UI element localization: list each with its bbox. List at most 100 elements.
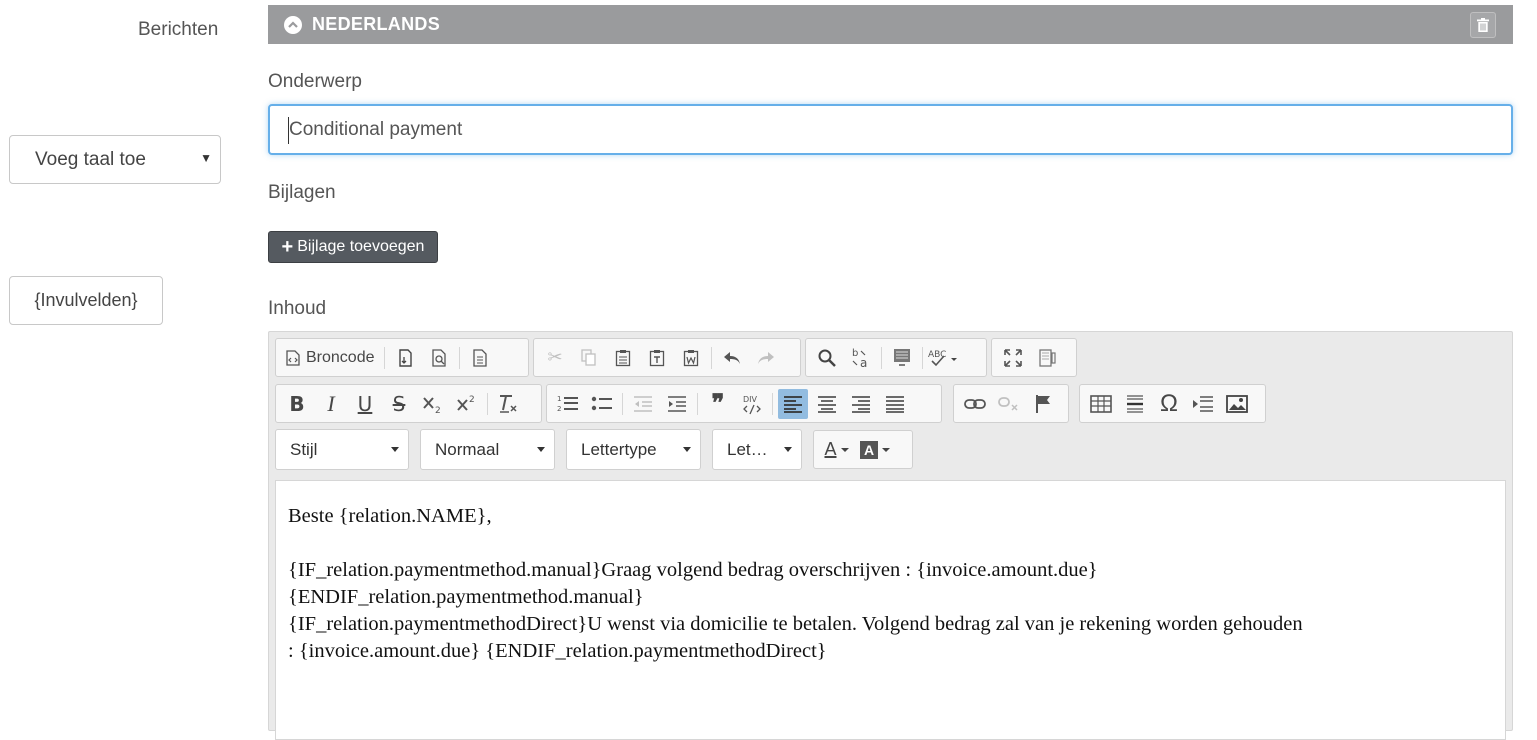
- cut-icon[interactable]: ✂: [540, 343, 570, 373]
- svg-text:2: 2: [435, 406, 441, 414]
- add-language-select[interactable]: Voeg taal toe ▼: [9, 135, 221, 184]
- horizontal-line-icon[interactable]: [1120, 389, 1150, 419]
- link-icon[interactable]: [960, 389, 990, 419]
- align-justify-icon[interactable]: [880, 389, 910, 419]
- redo-icon[interactable]: [751, 343, 781, 373]
- subscript-icon[interactable]: 2: [418, 389, 448, 419]
- add-attachment-button[interactable]: + Bijlage toevoegen: [268, 231, 438, 263]
- trash-icon[interactable]: [1470, 12, 1496, 38]
- content-line: {IF_relation.paymentmethod.manual}Graag …: [288, 559, 1098, 581]
- format-select[interactable]: Normaal: [420, 429, 555, 470]
- svg-text:2: 2: [557, 405, 561, 413]
- show-blocks-icon[interactable]: [1032, 343, 1062, 373]
- subject-value: Conditional payment: [289, 118, 463, 140]
- anchor-flag-icon[interactable]: [1028, 389, 1058, 419]
- caret-down-icon: [683, 447, 691, 452]
- create-div-icon[interactable]: DIV: [737, 389, 767, 419]
- style-label: Stijl: [290, 439, 318, 459]
- unlink-icon[interactable]: [994, 389, 1024, 419]
- attachments-label: Bijlagen: [268, 182, 336, 203]
- paste-text-icon[interactable]: [642, 343, 672, 373]
- toolbar-group-paragraph: 12 ❞ DIV: [546, 384, 942, 423]
- svg-text:1: 1: [557, 395, 561, 403]
- messages-label: Berichten: [138, 19, 219, 40]
- blockquote-icon[interactable]: ❞: [703, 389, 733, 419]
- save-icon[interactable]: [390, 343, 420, 373]
- maximize-icon[interactable]: [998, 343, 1028, 373]
- text-color-icon: A: [824, 439, 837, 459]
- select-all-icon[interactable]: [887, 343, 917, 373]
- outdent-icon[interactable]: [628, 389, 658, 419]
- numbered-list-icon[interactable]: 12: [553, 389, 583, 419]
- font-select[interactable]: Lettertype: [566, 429, 701, 470]
- replace-icon[interactable]: ba: [846, 343, 876, 373]
- align-center-icon[interactable]: [812, 389, 842, 419]
- toolbar-separator: [458, 346, 460, 369]
- editor-content[interactable]: Beste {relation.NAME}, {IF_relation.paym…: [275, 480, 1506, 740]
- toolbar-group-editing: ba ABC: [805, 338, 987, 377]
- subject-input[interactable]: Conditional payment: [268, 104, 1513, 155]
- toolbar-group-links: [953, 384, 1069, 423]
- content-line: {IF_relation.paymentmethodDirect}U wenst…: [288, 613, 1303, 635]
- toolbar-group-basic-styles: B I U S 2 2: [275, 384, 542, 423]
- page-break-icon[interactable]: [1188, 389, 1218, 419]
- indent-icon[interactable]: [662, 389, 692, 419]
- font-size-select[interactable]: Let…: [712, 429, 802, 470]
- font-label: Lettertype: [581, 439, 657, 459]
- source-icon: [286, 349, 300, 366]
- bulleted-list-icon[interactable]: [587, 389, 617, 419]
- fill-fields-button[interactable]: {Invulvelden}: [9, 276, 163, 325]
- strikethrough-button[interactable]: S: [384, 389, 414, 419]
- preview-icon[interactable]: [424, 343, 454, 373]
- copy-icon[interactable]: [574, 343, 604, 373]
- svg-text:2: 2: [469, 395, 475, 405]
- source-code-label: Broncode: [306, 348, 375, 366]
- special-char-icon[interactable]: Ω: [1154, 389, 1184, 419]
- templates-icon[interactable]: [465, 343, 495, 373]
- text-color-button[interactable]: A: [820, 435, 854, 465]
- italic-button[interactable]: I: [316, 389, 346, 419]
- caret-down-icon: ▼: [200, 151, 212, 165]
- toolbar-separator: [922, 346, 923, 369]
- rich-text-editor: Broncode ✂ ba ABC B I U S 2 2 1 2 ❞ DIV …: [268, 331, 1513, 740]
- spellcheck-icon[interactable]: ABC: [928, 343, 958, 373]
- toolbar-separator: [383, 346, 385, 369]
- toolbar-group-colors: A A: [813, 430, 913, 469]
- language-section-header[interactable]: NEDERLANDS: [268, 5, 1513, 44]
- source-code-button[interactable]: Broncode: [282, 343, 379, 373]
- undo-icon[interactable]: [717, 343, 747, 373]
- font-size-label: Let…: [727, 439, 768, 459]
- align-left-icon[interactable]: [778, 388, 808, 419]
- align-right-icon[interactable]: [846, 389, 876, 419]
- remove-format-icon[interactable]: [493, 389, 523, 419]
- content-line: Beste {relation.NAME},: [288, 505, 492, 527]
- chevron-up-icon[interactable]: [284, 15, 302, 34]
- background-color-icon: A: [860, 440, 878, 459]
- content-line: : {invoice.amount.due} {ENDIF_relation.p…: [288, 640, 827, 662]
- superscript-icon[interactable]: 2: [452, 389, 482, 419]
- style-select[interactable]: Stijl: [275, 429, 409, 470]
- toolbar-group-view: [991, 338, 1077, 377]
- table-icon[interactable]: [1086, 389, 1116, 419]
- paste-icon[interactable]: [608, 343, 638, 373]
- toolbar-separator: [622, 392, 623, 415]
- paste-word-icon[interactable]: [676, 343, 706, 373]
- subject-label: Onderwerp: [268, 71, 362, 92]
- toolbar-group-clipboard: ✂: [533, 338, 801, 377]
- caret-down-icon: [840, 447, 849, 452]
- caret-down-icon: [537, 447, 545, 452]
- toolbar-separator: [772, 392, 773, 415]
- toolbar-separator: [487, 392, 488, 415]
- bold-button[interactable]: B: [282, 389, 312, 419]
- underline-button[interactable]: U: [350, 389, 380, 419]
- add-language-label: Voeg taal toe: [35, 148, 146, 170]
- image-icon[interactable]: [1222, 389, 1252, 419]
- caret-down-icon: [784, 447, 792, 452]
- svg-text:a: a: [860, 356, 867, 369]
- find-icon[interactable]: [812, 343, 842, 373]
- toolbar-separator: [697, 392, 698, 415]
- caret-down-icon: [391, 447, 399, 452]
- bg-color-button[interactable]: A: [858, 435, 893, 465]
- format-label: Normaal: [435, 439, 500, 459]
